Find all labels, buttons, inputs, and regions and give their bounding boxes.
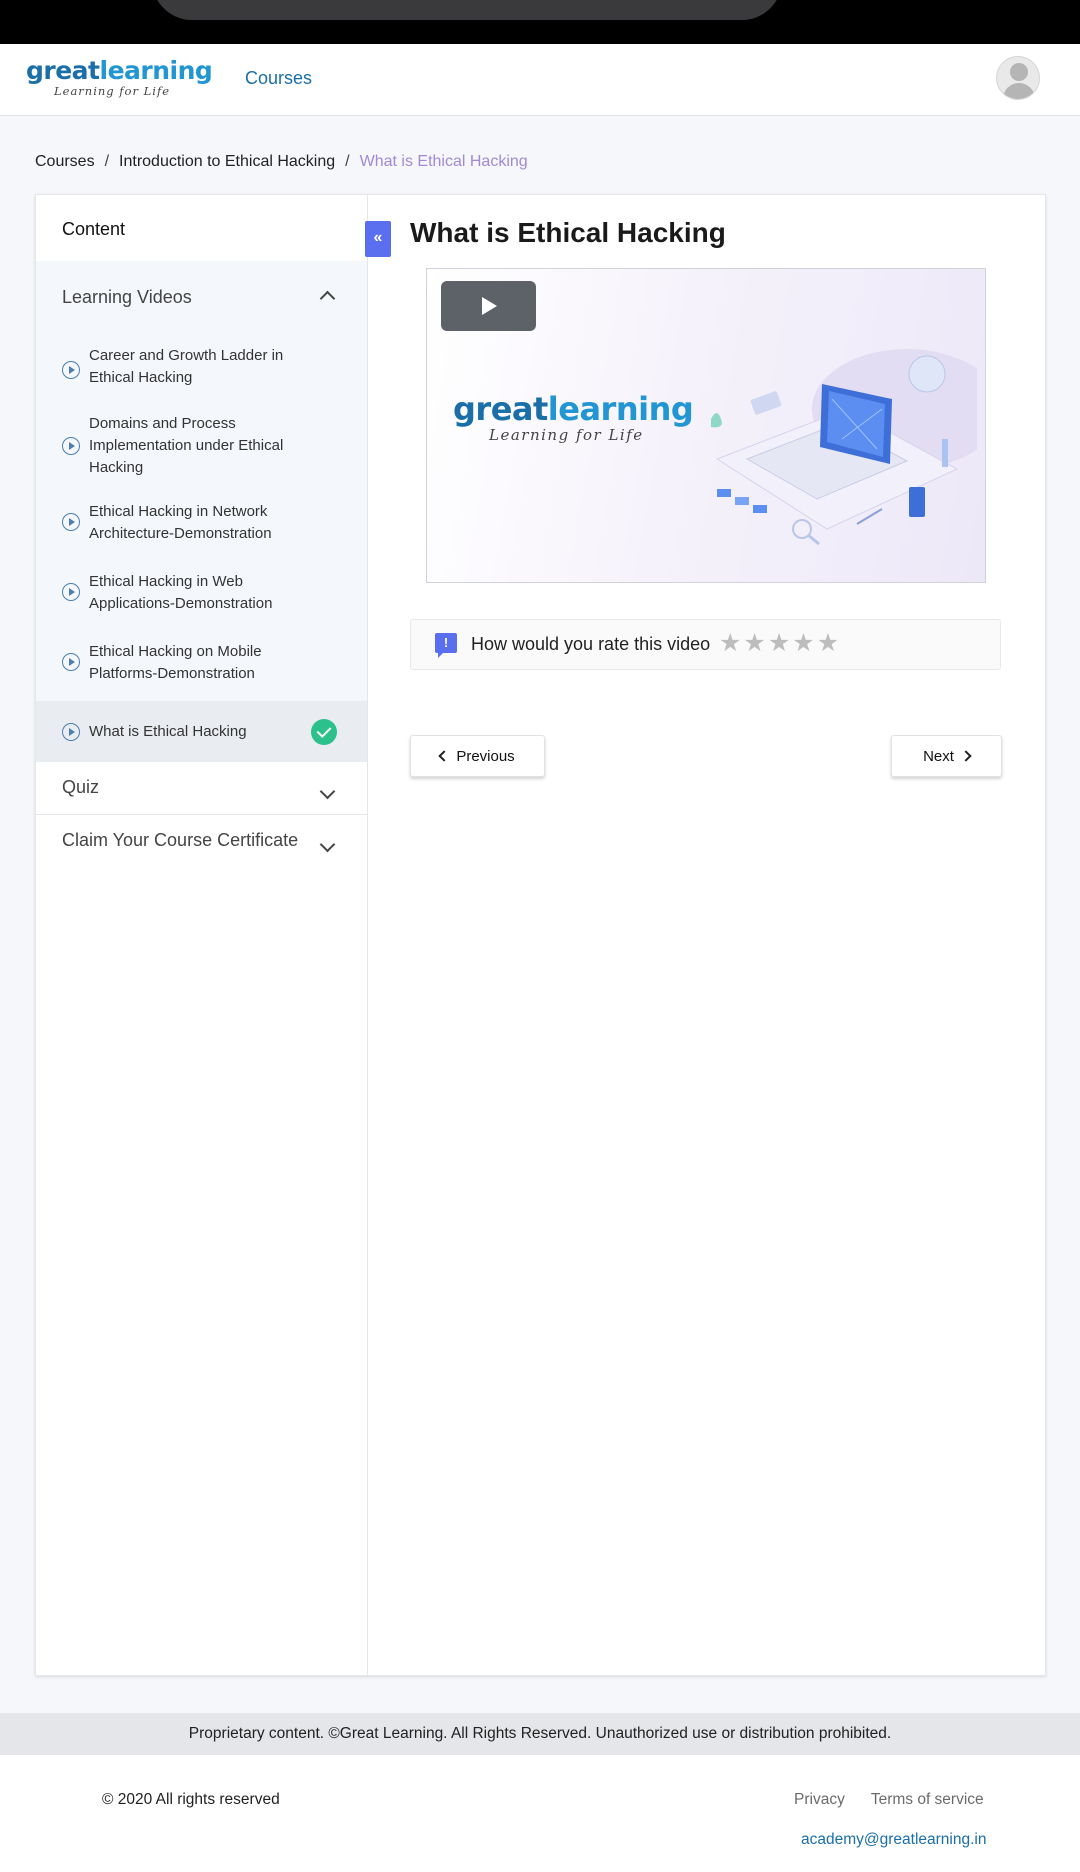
chevron-down-icon	[319, 836, 336, 853]
footer-links: Privacy Terms of service	[794, 1791, 984, 1809]
lesson-item[interactable]: Ethical Hacking on Mobile Platforms-Demo…	[36, 631, 367, 701]
star-icon[interactable]: ★	[817, 631, 839, 656]
play-circle-icon	[62, 583, 80, 601]
device-notch	[152, 0, 782, 20]
lesson-item[interactable]: Career and Growth Ladder in Ethical Hack…	[36, 333, 367, 403]
privacy-link[interactable]: Privacy	[794, 1791, 845, 1809]
rating-prompt: How would you rate this video	[471, 634, 711, 654]
lesson-label: What is Ethical Hacking	[89, 723, 247, 740]
previous-label: Previous	[456, 747, 515, 765]
lesson-label: Career and Growth Ladder in Ethical Hack…	[89, 347, 284, 386]
collapse-sidebar-button[interactable]: «	[365, 221, 391, 257]
star-icon[interactable]: ★	[719, 631, 741, 656]
breadcrumb-current: What is Ethical Hacking	[359, 153, 528, 170]
play-circle-icon	[62, 723, 80, 741]
video-logo-wordmark: greatlearning	[453, 390, 694, 428]
lesson-item[interactable]: Domains and Process Implementation under…	[36, 403, 367, 491]
certificate-label: Claim Your Course Certificate	[62, 830, 299, 850]
greatlearning-logo[interactable]: greatlearning Learning for Life	[26, 56, 213, 98]
video-logo-tagline: Learning for Life	[489, 426, 644, 444]
play-circle-icon	[62, 361, 80, 379]
breadcrumb-separator: /	[345, 153, 350, 170]
lesson-label: Ethical Hacking on Mobile Platforms-Demo…	[89, 643, 262, 682]
nav-courses-link[interactable]: Courses	[245, 68, 312, 89]
lesson-label: Ethical Hacking in Web Applications-Demo…	[89, 573, 273, 612]
play-button-icon[interactable]	[441, 281, 536, 331]
sidebar-title: Content	[62, 219, 126, 239]
page-footer: © 2020 All rights reserved Privacy Terms…	[0, 1755, 1080, 1872]
laptop-illustration	[711, 349, 977, 546]
feedback-icon: !	[435, 633, 457, 658]
copyright-text: © 2020 All rights reserved	[102, 1791, 280, 1808]
play-circle-icon	[62, 513, 80, 531]
logo-tagline: Learning for Life	[54, 84, 171, 98]
star-icon[interactable]: ★	[768, 631, 790, 656]
support-email-link[interactable]: academy@greatlearning.in	[801, 1831, 986, 1849]
breadcrumb-separator: /	[104, 153, 110, 170]
video-rating-bar: ! How would you rate this video ★ ★ ★ ★ …	[410, 619, 1001, 670]
breadcrumb-courses[interactable]: Courses	[35, 153, 95, 171]
breadcrumb-course[interactable]: Introduction to Ethical Hacking	[119, 153, 335, 171]
breadcrumb: Courses / Introduction to Ethical Hackin…	[35, 153, 528, 171]
proprietary-notice: Proprietary content. ©Great Learning. Al…	[0, 1713, 1080, 1755]
lesson-item-active[interactable]: What is Ethical Hacking	[36, 701, 367, 762]
top-navigation: greatlearning Learning for Life Courses	[0, 44, 1080, 116]
status-bar	[0, 0, 1080, 44]
certificate-section-header[interactable]: Claim Your Course Certificate	[36, 815, 367, 868]
chevron-down-icon	[319, 783, 336, 800]
star-icon[interactable]: ★	[792, 631, 814, 656]
star-icon[interactable]: ★	[743, 631, 765, 656]
lesson-item[interactable]: Ethical Hacking in Web Applications-Demo…	[36, 561, 367, 631]
video-thumbnail-logo: greatlearning Learning for Life	[453, 390, 694, 444]
avatar-body-shape	[1003, 83, 1035, 99]
star-rating: ★ ★ ★ ★ ★	[719, 631, 839, 656]
next-button[interactable]: Next	[891, 735, 1002, 777]
terms-link[interactable]: Terms of service	[871, 1791, 984, 1809]
chevron-right-icon	[960, 750, 972, 762]
user-avatar-icon[interactable]	[996, 56, 1040, 100]
quiz-section-header[interactable]: Quiz	[36, 762, 367, 815]
play-circle-icon	[62, 653, 80, 671]
learning-videos-section: Learning Videos Career and Growth Ladder…	[36, 261, 367, 762]
play-circle-icon	[62, 437, 80, 455]
learning-videos-label: Learning Videos	[62, 287, 192, 307]
next-label: Next	[923, 747, 954, 765]
video-player[interactable]: greatlearning Learning for Life	[426, 268, 986, 583]
quiz-label: Quiz	[62, 777, 100, 797]
previous-button[interactable]: Previous	[410, 735, 545, 777]
logo-wordmark: greatlearning	[26, 56, 213, 85]
completed-check-icon	[311, 719, 337, 745]
lesson-label: Ethical Hacking in Network Architecture-…	[89, 503, 272, 542]
lesson-item[interactable]: Ethical Hacking in Network Architecture-…	[36, 491, 367, 561]
avatar-head-shape	[1010, 63, 1028, 81]
learning-videos-header[interactable]: Learning Videos	[36, 261, 367, 333]
lesson-title: What is Ethical Hacking	[410, 217, 726, 248]
chevron-left-icon	[438, 750, 450, 762]
lesson-label: Domains and Process Implementation under…	[89, 415, 284, 476]
course-player-card: Content Learning Videos Career and Growt…	[35, 194, 1046, 1676]
content-sidebar: Content Learning Videos Career and Growt…	[36, 195, 368, 1675]
chevron-up-icon	[319, 290, 336, 307]
